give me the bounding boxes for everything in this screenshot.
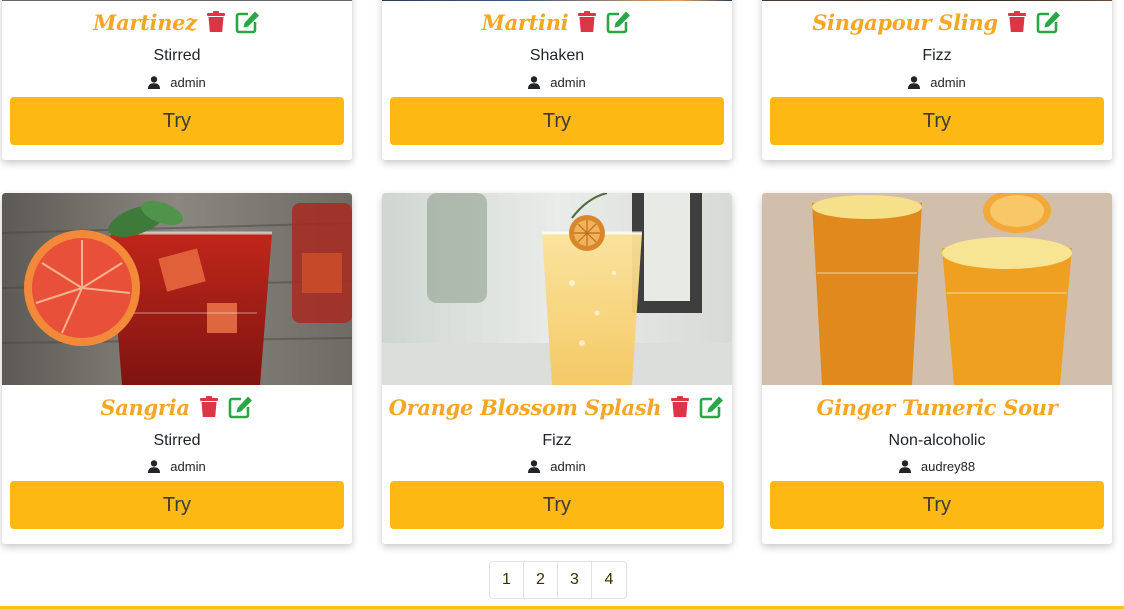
cocktail-card-ginger-tumeric-sour: Ginger Tumeric Sour Non-alcoholic audrey… (762, 193, 1112, 544)
cocktail-category: Stirred (153, 47, 201, 64)
page-link-2[interactable]: 2 (524, 562, 558, 598)
cocktail-card-orange-blossom-splash: Orange Blossom Splash Fizz admin Try (382, 193, 732, 544)
author-name: admin (930, 74, 966, 90)
author-row: admin (2, 457, 352, 475)
card-title-row: Orange Blossom Splash (382, 390, 732, 424)
cocktail-category: Shaken (529, 47, 585, 64)
page-link-3[interactable]: 3 (558, 562, 592, 598)
author-row: audrey88 (762, 457, 1112, 475)
author-row: admin (2, 73, 352, 91)
trash-icon[interactable] (196, 394, 222, 420)
cocktail-card-singapour-sling: Singapour Sling Fizz admin Try (762, 0, 1112, 160)
trash-icon[interactable] (1004, 9, 1030, 35)
edit-icon[interactable] (1036, 9, 1062, 35)
page-link-1[interactable]: 1 (490, 562, 524, 598)
cocktail-title[interactable]: Sangria (100, 395, 190, 420)
user-icon (908, 75, 921, 89)
edit-icon[interactable] (699, 394, 725, 420)
cocktail-title[interactable]: Martinez (93, 10, 197, 35)
try-button[interactable]: Try (390, 97, 724, 145)
edit-icon[interactable] (235, 9, 261, 35)
cocktail-title[interactable]: Martini (482, 10, 569, 35)
card-title-row: Ginger Tumeric Sour (762, 390, 1112, 424)
try-button[interactable]: Try (770, 481, 1104, 529)
author-name: admin (170, 74, 206, 90)
cocktail-category: Fizz (542, 432, 572, 449)
try-button[interactable]: Try (10, 481, 344, 529)
card-title-row: Martini (382, 5, 732, 39)
cocktail-image-ginger-tumeric-sour[interactable] (762, 193, 1112, 385)
cocktail-image-martini (382, 0, 732, 1)
author-name: admin (550, 458, 586, 474)
cocktail-card-martini: Martini Shaken admin Try (382, 0, 732, 160)
trash-icon[interactable] (203, 9, 229, 35)
try-button[interactable]: Try (10, 97, 344, 145)
cocktail-image-singapour-sling (762, 0, 1112, 1)
user-icon (148, 75, 161, 89)
trash-icon[interactable] (574, 9, 600, 35)
user-icon (148, 459, 161, 473)
try-button[interactable]: Try (770, 97, 1104, 145)
author-name: admin (170, 458, 206, 474)
author-row: admin (382, 457, 732, 475)
cocktail-image-sangria[interactable] (2, 193, 352, 385)
card-title-row: Singapour Sling (762, 5, 1112, 39)
edit-icon[interactable] (228, 394, 254, 420)
cocktail-image-orange-blossom-splash[interactable] (382, 193, 732, 385)
cocktail-image-martinez (2, 0, 352, 1)
author-row: admin (762, 73, 1112, 91)
cocktail-card-martinez: Martinez Stirred admin Try (2, 0, 352, 160)
cocktail-title[interactable]: Singapour Sling (812, 10, 998, 35)
cocktail-category: Fizz (922, 47, 952, 64)
author-row: admin (382, 73, 732, 91)
user-icon (898, 459, 911, 473)
card-title-row: Sangria (2, 390, 352, 424)
author-name: audrey88 (920, 458, 976, 474)
card-title-row: Martinez (2, 5, 352, 39)
pagination: 1 2 3 4 (489, 561, 627, 599)
try-button[interactable]: Try (390, 481, 724, 529)
user-icon (528, 459, 541, 473)
author-name: admin (550, 74, 586, 90)
trash-icon[interactable] (667, 394, 693, 420)
page-link-4[interactable]: 4 (592, 562, 626, 598)
cocktail-category: Stirred (153, 432, 201, 449)
cocktail-title[interactable]: Orange Blossom Splash (389, 395, 662, 420)
user-icon (528, 75, 541, 89)
cocktail-card-sangria: Sangria Stirred admin Try (2, 193, 352, 544)
edit-icon[interactable] (606, 9, 632, 35)
cocktail-category: Non-alcoholic (888, 432, 986, 449)
cocktail-title[interactable]: Ginger Tumeric Sour (816, 395, 1057, 420)
